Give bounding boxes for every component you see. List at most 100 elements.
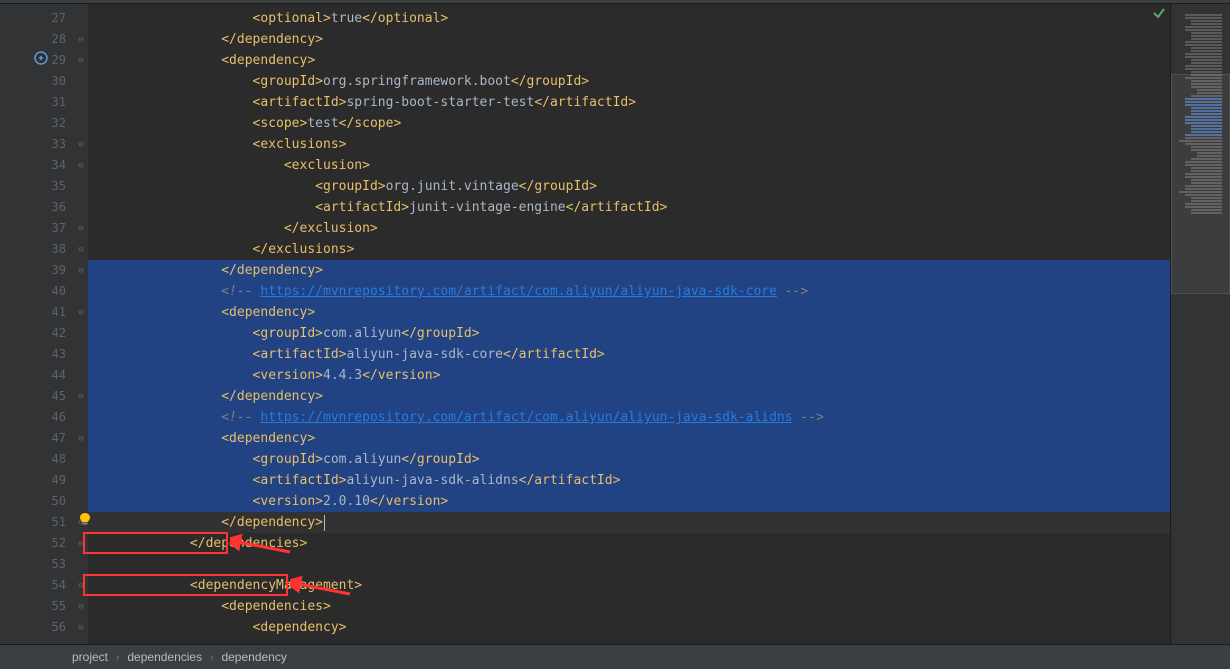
line-number[interactable]: 37 — [24, 218, 74, 239]
fold-toggle-icon[interactable]: ⊖ — [74, 617, 88, 638]
gutter-marker-icon[interactable] — [34, 51, 48, 69]
fold-toggle-icon[interactable]: ⊖ — [74, 533, 88, 554]
code-line[interactable]: <artifactId>aliyun-java-sdk-alidns</arti… — [88, 470, 1170, 491]
code-line[interactable]: <artifactId>aliyun-java-sdk-core</artifa… — [88, 344, 1170, 365]
code-line[interactable]: </exclusion> — [88, 218, 1170, 239]
line-number[interactable]: 38 — [24, 239, 74, 260]
code-editor[interactable]: <optional>true</optional> </dependency> … — [88, 4, 1170, 644]
fold-toggle-icon[interactable] — [74, 365, 88, 386]
line-number[interactable]: 39 — [24, 260, 74, 281]
line-number[interactable]: 27 — [24, 8, 74, 29]
line-number[interactable]: 51 — [24, 512, 74, 533]
line-number[interactable]: 44 — [24, 365, 74, 386]
fold-toggle-icon[interactable]: ⊖ — [74, 428, 88, 449]
fold-toggle-icon[interactable] — [74, 8, 88, 29]
code-line[interactable]: </dependencies> — [88, 533, 1170, 554]
fold-toggle-icon[interactable]: ⊖ — [74, 134, 88, 155]
code-line[interactable]: </dependency> — [88, 386, 1170, 407]
intention-bulb-icon[interactable] — [78, 512, 92, 526]
fold-toggle-icon[interactable] — [74, 470, 88, 491]
fold-toggle-icon[interactable] — [74, 197, 88, 218]
fold-toggle-icon[interactable]: ⊖ — [74, 302, 88, 323]
line-number[interactable]: 34 — [24, 155, 74, 176]
fold-toggle-icon[interactable] — [74, 281, 88, 302]
fold-toggle-icon[interactable]: ⊖ — [74, 260, 88, 281]
fold-toggle-icon[interactable]: ⊖ — [74, 29, 88, 50]
code-line[interactable]: <groupId>org.junit.vintage</groupId> — [88, 176, 1170, 197]
minimap[interactable] — [1170, 4, 1230, 644]
code-line[interactable]: <exclusions> — [88, 134, 1170, 155]
line-number[interactable]: 46 — [24, 407, 74, 428]
code-line[interactable]: <dependency> — [88, 428, 1170, 449]
code-line[interactable]: </dependency> — [88, 29, 1170, 50]
fold-toggle-icon[interactable] — [74, 344, 88, 365]
line-number[interactable]: 28 — [24, 29, 74, 50]
fold-toggle-icon[interactable] — [74, 176, 88, 197]
line-number[interactable]: 48 — [24, 449, 74, 470]
code-line[interactable]: <!-- https://mvnrepository.com/artifact/… — [88, 281, 1170, 302]
code-line[interactable]: <dependencies> — [88, 596, 1170, 617]
code-line[interactable]: <artifactId>junit-vintage-engine</artifa… — [88, 197, 1170, 218]
line-number[interactable]: 40 — [24, 281, 74, 302]
fold-toggle-icon[interactable]: ⊖ — [74, 50, 88, 71]
line-number[interactable]: 49 — [24, 470, 74, 491]
fold-toggle-icon[interactable]: ⊖ — [74, 239, 88, 260]
code-line[interactable]: <version>4.4.3</version> — [88, 365, 1170, 386]
line-number-gutter[interactable]: 2728293031323334353637383940414243444546… — [24, 4, 74, 644]
line-number[interactable]: 35 — [24, 176, 74, 197]
inspection-status-icon[interactable] — [1152, 6, 1166, 24]
fold-toggle-icon[interactable] — [74, 71, 88, 92]
fold-toggle-icon[interactable]: ⊖ — [74, 386, 88, 407]
breadcrumb-item[interactable]: dependencies — [127, 650, 202, 664]
code-line[interactable]: </dependency> — [88, 260, 1170, 281]
code-line[interactable]: </dependency> — [88, 512, 1170, 533]
breadcrumb-bar[interactable]: project › dependencies › dependency — [0, 644, 1230, 669]
line-number[interactable]: 50 — [24, 491, 74, 512]
line-number[interactable]: 42 — [24, 323, 74, 344]
fold-toggle-icon[interactable] — [74, 554, 88, 575]
line-number[interactable]: 33 — [24, 134, 74, 155]
line-number[interactable]: 32 — [24, 113, 74, 134]
fold-toggle-icon[interactable] — [74, 113, 88, 134]
line-number[interactable]: 53 — [24, 554, 74, 575]
fold-toggle-icon[interactable]: ⊖ — [74, 155, 88, 176]
code-line[interactable]: <exclusion> — [88, 155, 1170, 176]
code-line[interactable]: <groupId>org.springframework.boot</group… — [88, 71, 1170, 92]
code-line[interactable]: <optional>true</optional> — [88, 8, 1170, 29]
code-line[interactable] — [88, 554, 1170, 575]
minimap-viewport[interactable] — [1171, 74, 1230, 294]
fold-toggle-icon[interactable] — [74, 407, 88, 428]
fold-toggle-icon[interactable]: ⊖ — [74, 575, 88, 596]
line-number[interactable]: 36 — [24, 197, 74, 218]
code-line[interactable]: <!-- https://mvnrepository.com/artifact/… — [88, 407, 1170, 428]
code-line[interactable]: <dependency> — [88, 617, 1170, 638]
code-line[interactable]: <dependency> — [88, 302, 1170, 323]
breadcrumb-item[interactable]: dependency — [221, 650, 286, 664]
line-number[interactable]: 47 — [24, 428, 74, 449]
line-number[interactable]: 30 — [24, 71, 74, 92]
code-line[interactable]: </exclusions> — [88, 239, 1170, 260]
fold-toggle-icon[interactable]: ⊖ — [74, 218, 88, 239]
line-number[interactable]: 31 — [24, 92, 74, 113]
fold-toggle-icon[interactable] — [74, 92, 88, 113]
fold-column[interactable]: ⊖⊖⊖⊖⊖⊖⊖⊖⊖⊖⊖⊖⊖⊖⊖ — [74, 4, 88, 644]
code-line[interactable]: <scope>test</scope> — [88, 113, 1170, 134]
fold-toggle-icon[interactable] — [74, 449, 88, 470]
breadcrumb-item[interactable]: project — [72, 650, 108, 664]
code-line[interactable]: <dependency> — [88, 50, 1170, 71]
line-number[interactable]: 45 — [24, 386, 74, 407]
line-number[interactable]: 29 — [24, 50, 74, 71]
line-number[interactable]: 55 — [24, 596, 74, 617]
code-line[interactable]: <version>2.0.10</version> — [88, 491, 1170, 512]
fold-toggle-icon[interactable] — [74, 491, 88, 512]
line-number[interactable]: 54 — [24, 575, 74, 596]
code-line[interactable]: <groupId>com.aliyun</groupId> — [88, 449, 1170, 470]
line-number[interactable]: 56 — [24, 617, 74, 638]
fold-toggle-icon[interactable]: ⊖ — [74, 596, 88, 617]
code-line[interactable]: <artifactId>spring-boot-starter-test</ar… — [88, 92, 1170, 113]
line-number[interactable]: 41 — [24, 302, 74, 323]
line-number[interactable]: 43 — [24, 344, 74, 365]
fold-toggle-icon[interactable] — [74, 323, 88, 344]
code-line[interactable]: <dependencyManagement> — [88, 575, 1170, 596]
code-line[interactable]: <groupId>com.aliyun</groupId> — [88, 323, 1170, 344]
